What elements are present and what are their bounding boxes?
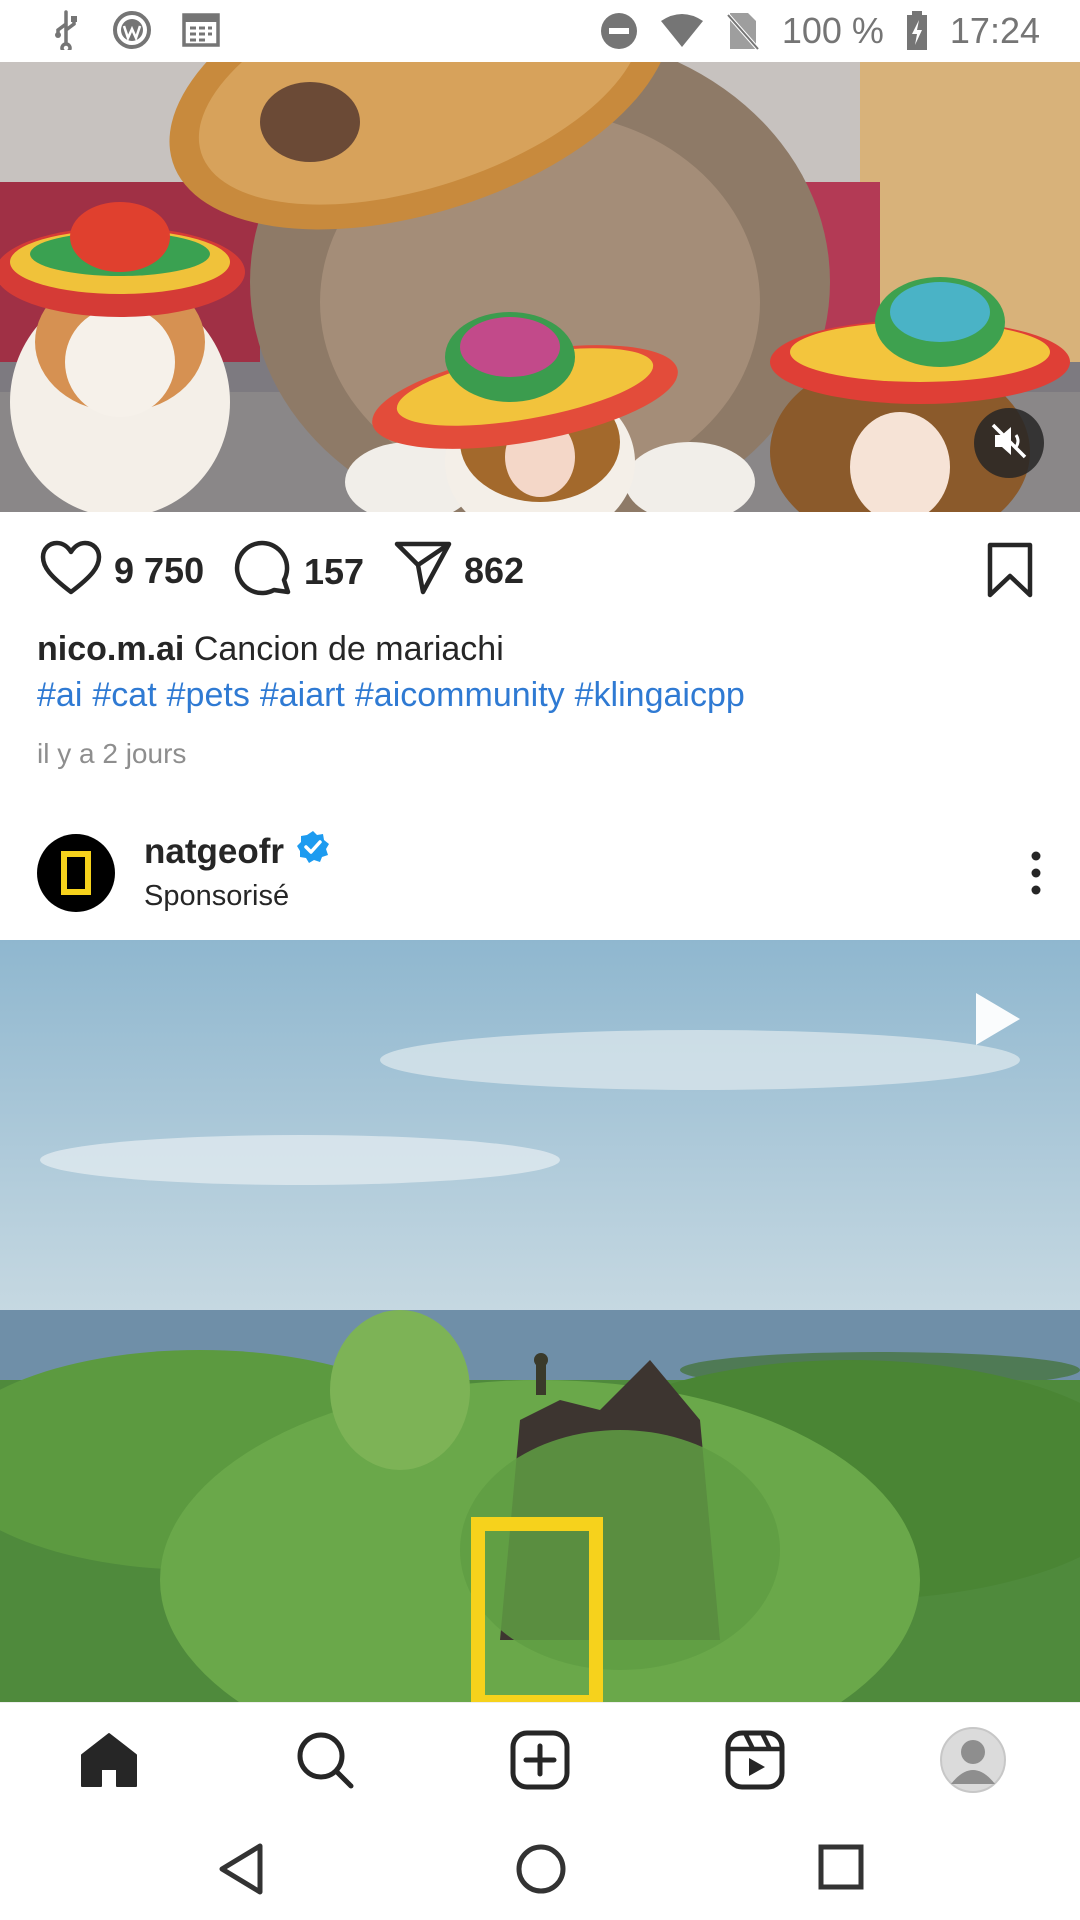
- caption-username[interactable]: nico.m.ai: [37, 630, 184, 668]
- share-button[interactable]: 862: [394, 540, 524, 601]
- post-caption: nico.m.ai Cancion de mariachi: [37, 630, 504, 669]
- post-video[interactable]: [0, 62, 1080, 512]
- nav-create[interactable]: [505, 1727, 575, 1797]
- landscape-image: [0, 940, 1080, 1702]
- save-button[interactable]: [986, 542, 1034, 603]
- battery-charging-icon: [906, 11, 928, 51]
- comment-button[interactable]: 157: [234, 540, 364, 603]
- home-button[interactable]: [514, 1842, 568, 1901]
- no-sim-icon: [726, 11, 760, 51]
- wifi-icon: [660, 13, 704, 49]
- recents-square-icon: [816, 1844, 866, 1896]
- avatar[interactable]: [37, 834, 115, 912]
- system-navigation-bar: [0, 1820, 1080, 1920]
- hashtag-link[interactable]: #aiart: [260, 676, 345, 715]
- hashtag-link[interactable]: #aicommunity: [355, 676, 565, 715]
- post-header: natgeofr Sponsorisé: [0, 830, 1080, 940]
- muted-speaker-icon: [989, 421, 1029, 466]
- clock: 17:24: [949, 10, 1040, 51]
- search-icon: [295, 1730, 355, 1795]
- hashtag-link[interactable]: #cat: [92, 676, 156, 715]
- nav-search[interactable]: [290, 1727, 360, 1797]
- post-author[interactable]: natgeofr: [144, 830, 330, 873]
- hamsters-sombrero-image: [0, 62, 1080, 512]
- hashtag-link[interactable]: #pets: [167, 676, 250, 715]
- play-icon: [972, 993, 1024, 1052]
- more-options-button[interactable]: [1030, 850, 1042, 901]
- wordpress-icon: [112, 10, 152, 50]
- comment-count: 157: [304, 550, 365, 592]
- post-timestamp: il y a 2 jours: [37, 738, 187, 769]
- like-count: 9 750: [114, 549, 205, 591]
- home-icon: [79, 1731, 139, 1794]
- recents-button[interactable]: [816, 1842, 866, 1897]
- hashtag-list: #ai #cat #pets #aiart #aicommunity #klin…: [37, 676, 745, 715]
- do-not-disturb-icon: [600, 12, 638, 50]
- verified-badge-icon: [296, 830, 330, 873]
- status-bar: 100 % 17:24: [0, 0, 1080, 62]
- like-button[interactable]: 9 750: [40, 540, 204, 601]
- bookmark-icon: [986, 542, 1034, 602]
- home-circle-icon: [514, 1844, 568, 1900]
- nav-profile[interactable]: [938, 1726, 1008, 1799]
- caption-text: Cancion de mariachi: [193, 630, 504, 668]
- nav-reels[interactable]: [720, 1727, 790, 1797]
- sponsored-video[interactable]: [0, 940, 1080, 1702]
- battery-percentage: 100 %: [781, 10, 884, 51]
- usb-icon: [50, 10, 82, 50]
- hashtag-link[interactable]: #ai: [37, 676, 82, 715]
- reels-icon: [725, 1730, 785, 1795]
- heart-icon: [40, 540, 102, 601]
- back-triangle-icon: [216, 1843, 266, 1900]
- vertical-dots-icon: [1030, 851, 1042, 900]
- sponsored-label: Sponsorisé: [144, 880, 290, 912]
- mute-toggle-button[interactable]: [974, 408, 1044, 478]
- bottom-navigation: [0, 1702, 1080, 1820]
- comment-icon: [234, 540, 292, 603]
- author-username[interactable]: natgeofr: [144, 832, 284, 872]
- calendar-icon: [182, 12, 220, 48]
- share-count: 862: [464, 549, 525, 591]
- hashtag-link[interactable]: #klingaicpp: [575, 676, 745, 715]
- profile-icon: [939, 1726, 1007, 1799]
- natgeo-logo-icon: [61, 851, 91, 895]
- send-icon: [394, 540, 452, 601]
- back-button[interactable]: [216, 1842, 266, 1901]
- nav-home[interactable]: [74, 1727, 144, 1797]
- play-button[interactable]: [972, 990, 1024, 1053]
- create-icon: [510, 1730, 570, 1795]
- post-actions: 9 750 157 862: [0, 540, 1080, 604]
